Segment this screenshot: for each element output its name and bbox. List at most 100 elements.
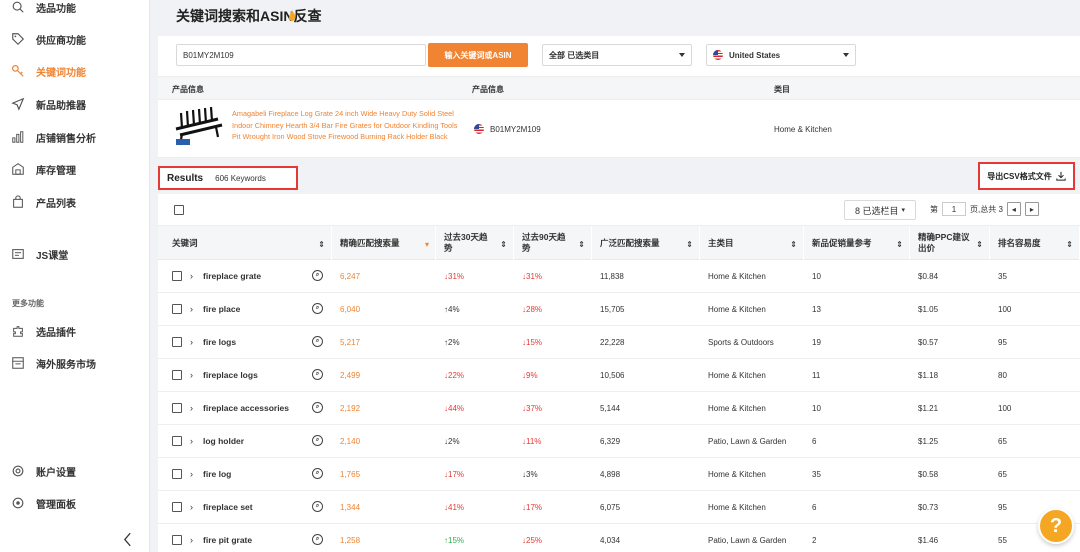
row-checkbox[interactable]: [172, 403, 182, 413]
rank-lookup-icon[interactable]: ⌕: [312, 468, 323, 479]
sidebar-item-admin-panel[interactable]: 管理面板: [0, 488, 150, 518]
rank-lookup-icon[interactable]: ⌕: [312, 369, 323, 380]
sidebar-item-plugin[interactable]: 选品插件: [0, 316, 150, 346]
select-all-checkbox[interactable]: [174, 205, 184, 215]
header-exact-volume[interactable]: 精确匹配搜索量 ▾: [332, 226, 436, 260]
header-promo-reference[interactable]: 新品促销量参考 ⇕: [804, 226, 910, 260]
table-row[interactable]: › fireplace logs ⌕ 2,499 ↓ 22% ↓ 9% 10,506 Home &…: [158, 359, 1080, 392]
rank-lookup-icon[interactable]: ⌕: [312, 270, 323, 281]
trend-value: 2%: [448, 337, 460, 347]
expand-chevron-icon[interactable]: ›: [190, 469, 193, 479]
product-title-link[interactable]: Amagabeli Fireplace Log Grate 24 inch Wi…: [232, 108, 460, 143]
header-keyword[interactable]: 关键词 ⇕: [164, 226, 332, 260]
send-icon: [10, 96, 26, 112]
rank-lookup-icon[interactable]: ⌕: [312, 336, 323, 347]
help-button[interactable]: ?: [1038, 508, 1074, 544]
keyword-text[interactable]: fireplace accessories: [203, 403, 289, 413]
row-checkbox[interactable]: [172, 502, 182, 512]
marketplace-select[interactable]: United States: [706, 44, 856, 66]
keyword-text[interactable]: fireplace set: [203, 502, 253, 512]
sidebar-item-js-classroom[interactable]: JS课堂: [0, 239, 150, 269]
expand-chevron-icon[interactable]: ›: [190, 502, 193, 512]
export-csv-button[interactable]: 导出CSV格式文件: [978, 162, 1075, 190]
sidebar-item-keyword[interactable]: 关键词功能: [0, 56, 150, 86]
header-label: 关键词: [172, 237, 198, 248]
header-trend-90[interactable]: 过去90天趋势 ⇕: [514, 226, 592, 260]
keyword-text[interactable]: fireplace grate: [203, 271, 261, 281]
row-checkbox[interactable]: [172, 469, 182, 479]
table-row[interactable]: › fireplace grate ⌕ 6,247 ↓ 31% ↓ 31% 11,838 Home…: [158, 260, 1080, 293]
expand-chevron-icon[interactable]: ›: [190, 535, 193, 545]
rank-lookup-icon[interactable]: ⌕: [312, 534, 323, 545]
header-rank-ease[interactable]: 排名容易度 ⇕: [990, 226, 1080, 260]
columns-select[interactable]: 8 已选栏目 ▾: [844, 200, 916, 220]
exact-volume-cell: 1,344: [340, 502, 361, 512]
sidebar-item-product-list[interactable]: 产品列表: [0, 187, 150, 217]
keyword-text[interactable]: fire pit grate: [203, 535, 252, 545]
prev-page-button[interactable]: ◂: [1006, 202, 1021, 216]
page-number-input[interactable]: 1: [942, 202, 966, 216]
header-ppc-bid[interactable]: 精确PPC建议出价 ⇕: [910, 226, 990, 260]
sidebar-item-overseas-market[interactable]: 海外服务市场: [0, 348, 150, 378]
sidebar-item-product-selection[interactable]: 选品功能: [0, 0, 150, 22]
expand-chevron-icon[interactable]: ›: [190, 403, 193, 413]
table-row[interactable]: › log holder ⌕ 2,140 ↓ 2% ↓ 11% 6,329 Patio, Lawn…: [158, 425, 1080, 458]
sidebar-item-supplier[interactable]: 供应商功能: [0, 24, 150, 54]
trend-90-cell: ↓ 25%: [522, 524, 542, 552]
keyword-asin-input[interactable]: [176, 44, 426, 66]
header-broad-volume[interactable]: 广泛匹配搜索量 ⇕: [592, 226, 700, 260]
row-checkbox[interactable]: [172, 535, 182, 545]
sidebar-item-account-settings[interactable]: 账户设置: [0, 456, 150, 486]
category-select[interactable]: 全部 已选类目: [542, 44, 692, 66]
next-page-button[interactable]: ▸: [1024, 202, 1039, 216]
exact-volume-cell: 5,217: [340, 337, 361, 347]
expand-chevron-icon[interactable]: ›: [190, 436, 193, 446]
search-bar: 输入关键词或ASIN 全部 已选类目 United States: [158, 36, 1080, 76]
keyword-text[interactable]: fireplace logs: [203, 370, 258, 380]
bar-chart-icon: [10, 129, 26, 145]
keyword-text[interactable]: fire place: [203, 304, 240, 314]
help-icon: ?: [1049, 514, 1063, 537]
sidebar-item-store-sales[interactable]: 店铺销售分析: [0, 122, 150, 152]
table-row[interactable]: › fire pit grate ⌕ 1,258 ↑ 15% ↓ 25% 4,034 Patio,…: [158, 524, 1080, 552]
keyword-text[interactable]: fire log: [203, 469, 231, 479]
row-checkbox[interactable]: [172, 436, 182, 446]
promo-cell: 19: [812, 337, 821, 347]
expand-chevron-icon[interactable]: ›: [190, 370, 193, 380]
rank-lookup-icon[interactable]: ⌕: [312, 402, 323, 413]
keyword-text[interactable]: log holder: [203, 436, 244, 446]
product-thumbnail[interactable]: [172, 105, 226, 149]
promo-cell: 10: [812, 403, 821, 413]
sort-icon: ⇕: [578, 240, 585, 249]
header-main-category[interactable]: 主类目 ⇕: [700, 226, 804, 260]
collapse-sidebar-button[interactable]: [118, 528, 136, 550]
expand-chevron-icon[interactable]: ›: [190, 271, 193, 281]
trend-90-cell: ↓ 17%: [522, 491, 542, 523]
expand-chevron-icon[interactable]: ›: [190, 304, 193, 314]
expand-chevron-icon[interactable]: ›: [190, 337, 193, 347]
sort-icon: ⇕: [686, 240, 693, 249]
row-checkbox[interactable]: [172, 370, 182, 380]
sidebar-item-new-product-booster[interactable]: 新品助推器: [0, 89, 150, 119]
row-checkbox[interactable]: [172, 337, 182, 347]
header-trend-30[interactable]: 过去30天趋势 ⇕: [436, 226, 514, 260]
search-button[interactable]: 输入关键词或ASIN: [428, 43, 528, 67]
table-row[interactable]: › fireplace accessories ⌕ 2,192 ↓ 44% ↓ 37% 5,14…: [158, 392, 1080, 425]
rank-lookup-icon[interactable]: ⌕: [312, 501, 323, 512]
table-row[interactable]: › fire logs ⌕ 5,217 ↑ 2% ↓ 15% 22,228 Sports & Ou…: [158, 326, 1080, 359]
row-checkbox[interactable]: [172, 271, 182, 281]
table-row[interactable]: › fire place ⌕ 6,040 ↑ 4% ↓ 28% 15,705 Home & Kit…: [158, 293, 1080, 326]
sidebar-item-inventory[interactable]: 库存管理: [0, 154, 150, 184]
chevron-down-icon: ▾: [901, 207, 906, 214]
exact-volume-cell: 2,140: [340, 436, 361, 446]
rank-lookup-icon[interactable]: ⌕: [312, 435, 323, 446]
keyword-text[interactable]: fire logs: [203, 337, 236, 347]
rank-lookup-icon[interactable]: ⌕: [312, 303, 323, 314]
sort-icon: ⇕: [1066, 240, 1073, 249]
rank-ease-cell: 80: [998, 370, 1007, 380]
row-checkbox[interactable]: [172, 304, 182, 314]
table-row[interactable]: › fireplace set ⌕ 1,344 ↓ 41% ↓ 17% 6,075 Home & …: [158, 491, 1080, 524]
rank-ease-cell: 35: [998, 271, 1007, 281]
table-row[interactable]: › fire log ⌕ 1,765 ↓ 17% ↓ 3% 4,898 Home & Kitche…: [158, 458, 1080, 491]
category-cell: Home & Kitchen: [708, 271, 766, 281]
